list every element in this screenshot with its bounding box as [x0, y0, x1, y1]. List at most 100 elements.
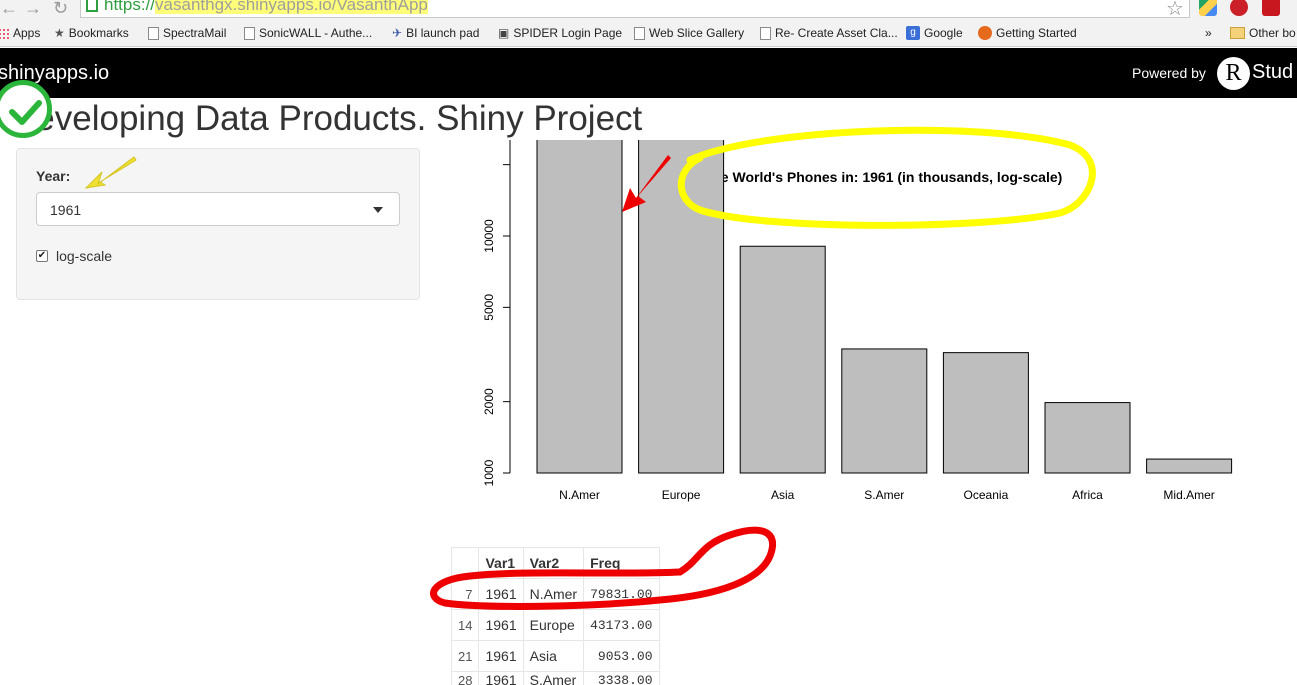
back-arrow-icon[interactable]: ←: [0, 0, 18, 19]
powered-by-text: Powered by: [1132, 65, 1206, 81]
x-tick-label: N.Amer: [559, 488, 600, 502]
cell-freq: 9053.00: [583, 640, 660, 672]
pinterest-icon[interactable]: [1230, 0, 1248, 16]
bi-icon: ✈: [392, 26, 403, 40]
firefox-icon: [978, 26, 992, 40]
x-tick-label: Mid.Amer: [1163, 488, 1214, 502]
bookmark-label: Apps: [13, 26, 41, 40]
bookmark-sonicwall[interactable]: SonicWALL - Authe...: [244, 26, 372, 40]
table-row: 28 1961 S.Amer 3338.00: [450, 671, 660, 685]
logscale-checkbox[interactable]: ✔: [36, 250, 48, 262]
cell-rownum: 28: [450, 671, 480, 685]
bookmark-label: Re- Create Asset Cla...: [775, 26, 898, 40]
browser-address-row: ← → ↻ https://vasanthgx.shinyapps.io/Vas…: [0, 0, 1297, 22]
shinyapps-header: shinyapps.io Powered by R Stud: [0, 48, 1297, 98]
year-select[interactable]: 1961: [36, 192, 400, 226]
bar-s-amer: [841, 348, 928, 474]
phones-bar-chart: The World's Phones in: 1961 (in thousand…: [482, 140, 1233, 502]
x-tick-label: Oceania: [964, 488, 1009, 502]
folder-icon: [1230, 27, 1245, 39]
y-tick-label: 5000: [482, 294, 496, 321]
lock-icon: [86, 0, 98, 12]
chart-bars: [536, 140, 1233, 474]
chart-x-labels: N.Amer Europe Asia S.Amer Oceania Africa Mid.A…: [559, 488, 1215, 502]
green-checkmark-badge-icon: [0, 80, 52, 138]
bookmark-spider-login[interactable]: ▣ SPIDER Login Page: [498, 26, 622, 40]
bookmark-google[interactable]: g Google: [906, 26, 963, 40]
bookmark-label: SPIDER Login Page: [513, 26, 623, 40]
cell-var2: Asia: [522, 640, 585, 672]
bookmark-label: SpectraMail: [163, 26, 227, 40]
url-host: vasanthgx.shinyapps.io: [155, 0, 332, 14]
table-header-freq: Freq: [583, 547, 660, 579]
y-tick-label: 1000: [482, 459, 496, 486]
chevron-double-right-icon: »: [1205, 26, 1212, 40]
acrobat-icon[interactable]: [1262, 0, 1280, 16]
cell-var1: 1961: [478, 671, 524, 685]
caret-down-icon: [373, 207, 383, 213]
drive-icon[interactable]: [1199, 0, 1217, 16]
bookmark-bi-launch-pad[interactable]: ✈ BI launch pad: [392, 26, 479, 40]
x-tick-label: Europe: [662, 488, 701, 502]
x-tick-label: S.Amer: [864, 488, 904, 502]
reload-icon[interactable]: ↻: [53, 0, 68, 19]
forward-arrow-icon[interactable]: →: [24, 0, 42, 19]
bookmark-recreate-asset[interactable]: Re- Create Asset Cla...: [760, 26, 898, 40]
table-row: 7 1961 N.Amer 79831.00: [450, 578, 660, 610]
bookmark-label: BI launch pad: [406, 26, 480, 40]
year-label: Year:: [36, 168, 71, 184]
table-header-rownum: [450, 547, 480, 579]
table-row: 14 1961 Europe 43173.00: [450, 609, 660, 641]
cell-rownum: 14: [450, 609, 480, 641]
x-tick-label: Africa: [1072, 488, 1103, 502]
cell-rownum: 21: [450, 640, 480, 672]
cell-var1: 1961: [478, 578, 524, 610]
table-header-var1: Var1: [478, 547, 524, 579]
url-path: /VasanthApp: [331, 0, 428, 14]
bookmark-other[interactable]: Other bo: [1230, 26, 1296, 40]
bookmark-label: Getting Started: [996, 26, 1077, 40]
apps-grid-icon: [0, 27, 9, 39]
bar-europe: [638, 140, 725, 474]
bookmark-star-icon[interactable]: ☆: [1166, 0, 1184, 21]
page-icon: [244, 26, 255, 40]
cell-var1: 1961: [478, 640, 524, 672]
bar-n-amer: [536, 140, 623, 474]
cell-rownum: 7: [450, 578, 480, 610]
cell-var1: 1961: [478, 609, 524, 641]
table-row: 21 1961 Asia 9053.00: [450, 640, 660, 672]
cell-freq: 3338.00: [583, 671, 660, 685]
bookmark-label: Other bo: [1249, 26, 1296, 40]
bar-oceania: [942, 352, 1029, 474]
page-icon: [634, 26, 645, 40]
chart-y-axis: 1000200050001000050000: [482, 140, 511, 486]
table-header-var2: Var2: [522, 547, 585, 579]
bookmark-spectramail[interactable]: SpectraMail: [148, 26, 226, 40]
page-icon: [148, 26, 159, 40]
bookmarks-more-chevron[interactable]: »: [1205, 26, 1212, 40]
chart-title: The World's Phones in: 1961 (in thousand…: [704, 169, 1063, 185]
bookmark-bookmarks[interactable]: ★ Bookmarks: [54, 26, 129, 40]
bookmark-label: Bookmarks: [68, 26, 129, 40]
cell-var2: Europe: [522, 609, 585, 641]
cell-var2: S.Amer: [522, 671, 585, 685]
bookmarks-bar: Apps ★ Bookmarks SpectraMail SonicWALL - …: [0, 22, 1297, 47]
bookmark-label: SonicWALL - Authe...: [259, 26, 373, 40]
spider-icon: ▣: [498, 26, 510, 40]
year-select-value: 1961: [50, 202, 82, 218]
cell-var2: N.Amer: [522, 578, 585, 610]
y-tick-label: 10000: [482, 219, 496, 253]
page-icon: [760, 26, 771, 40]
bar-africa: [1044, 402, 1131, 474]
bar-asia: [739, 245, 826, 474]
star-icon: ★: [54, 26, 65, 40]
bookmark-label: Google: [924, 26, 963, 40]
y-tick-label: 2000: [482, 388, 496, 415]
rstudio-logo-text: Stud: [1252, 61, 1294, 83]
bookmark-getting-started[interactable]: Getting Started: [978, 26, 1077, 40]
logscale-label[interactable]: log-scale: [56, 248, 112, 264]
bookmark-apps[interactable]: Apps: [0, 26, 40, 40]
url-text[interactable]: https://vasanthgx.shinyapps.io/VasanthAp…: [104, 0, 428, 15]
bookmark-web-slice-gallery[interactable]: Web Slice Gallery: [634, 26, 744, 40]
bar-mid-amer: [1146, 458, 1233, 474]
